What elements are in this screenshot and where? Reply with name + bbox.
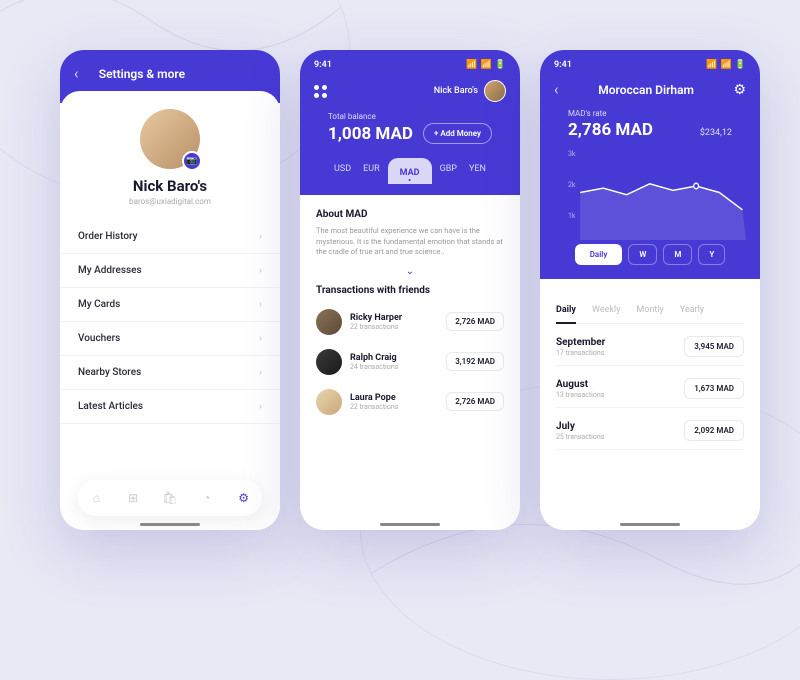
transactions-title: Transactions with friends xyxy=(316,285,504,296)
bag-icon[interactable]: 🛍 xyxy=(163,491,177,505)
month-row[interactable]: August13 transactions1,673 MAD xyxy=(556,366,744,408)
period-tab[interactable]: Montly xyxy=(636,305,663,315)
balance-screen: 9:41 📶📶🔋 Nick Baro's Total balance 1,008… xyxy=(300,50,520,530)
transaction-row[interactable]: Laura Pope22 transactions2,726 MAD xyxy=(316,382,504,422)
rate-usd: $234,12 xyxy=(700,128,732,138)
list-item[interactable]: Vouchers› xyxy=(60,322,280,356)
about-title: About MAD xyxy=(316,209,504,220)
content: 📷 Nick Baro's baros@uxiadigital.com Orde… xyxy=(60,91,280,424)
settings-list: Order History›My Addresses›My Cards›Vouc… xyxy=(60,220,280,424)
period-tab[interactable]: Weekly xyxy=(592,305,620,315)
home-indicator xyxy=(620,523,680,526)
home-indicator xyxy=(380,523,440,526)
add-money-button[interactable]: + Add Money xyxy=(423,123,492,144)
user-email: baros@uxiadigital.com xyxy=(60,197,280,206)
currency-tab[interactable]: USD xyxy=(330,158,355,183)
content: Daily Weekly Montly Yearly September17 tran… xyxy=(540,291,760,464)
status-time: 9:41 xyxy=(554,60,572,70)
status-bar: 9:41 📶📶🔋 xyxy=(554,60,746,70)
currency-tab[interactable]: EUR xyxy=(359,158,384,183)
period-tab[interactable]: Yearly xyxy=(680,305,704,315)
page-title: Moroccan Dirham xyxy=(598,83,694,97)
amount-badge: 1,673 MAD xyxy=(684,378,744,399)
user-chip[interactable]: Nick Baro's xyxy=(434,80,506,102)
period-tab[interactable]: Daily xyxy=(556,305,576,315)
transaction-row[interactable]: Ralph Craig24 transactions3,192 MAD xyxy=(316,342,504,382)
header: 9:41 📶📶🔋 ‹ Moroccan Dirham ⚙ MAD's rate … xyxy=(540,50,760,279)
range-button[interactable]: M xyxy=(663,244,692,265)
avatar xyxy=(316,389,342,415)
menu-icon[interactable] xyxy=(314,85,327,98)
amount-badge: 3,192 MAD xyxy=(446,352,504,371)
currency-tabs: USDEURMADGBPYEN xyxy=(328,158,492,183)
list-item[interactable]: Nearby Stores› xyxy=(60,356,280,390)
expand-icon[interactable]: ⌄ xyxy=(316,266,504,277)
status-icons: 📶📶🔋 xyxy=(466,60,506,70)
avatar[interactable]: 📷 xyxy=(140,109,200,169)
chart-icon[interactable]: ◔ xyxy=(200,491,214,505)
chevron-right-icon: › xyxy=(259,231,262,242)
range-button[interactable]: W xyxy=(628,244,657,265)
avatar xyxy=(316,309,342,335)
month-row[interactable]: July25 transactions2,092 MAD xyxy=(556,408,744,450)
transactions-list: Ricky Harper22 transactions2,726 MADRalp… xyxy=(316,302,504,422)
chevron-right-icon: › xyxy=(259,367,262,378)
amount-badge: 3,945 MAD xyxy=(684,336,744,357)
currency-tab[interactable]: GBP xyxy=(436,158,461,183)
month-row[interactable]: September17 transactions3,945 MAD xyxy=(556,324,744,366)
camera-icon[interactable]: 📷 xyxy=(182,151,202,171)
page-title: Settings & more xyxy=(99,67,185,81)
status-icons: 📶📶🔋 xyxy=(706,60,746,70)
rate-label: MAD's rate xyxy=(568,109,732,118)
grid-icon[interactable]: ⊞ xyxy=(126,491,140,505)
rate-screen: 9:41 📶📶🔋 ‹ Moroccan Dirham ⚙ MAD's rate … xyxy=(540,50,760,530)
bottom-nav: ⌂ ⊞ 🛍 ◔ ⚙ xyxy=(78,480,262,516)
status-time: 9:41 xyxy=(314,60,332,70)
amount-badge: 2,726 MAD xyxy=(446,392,504,411)
list-item[interactable]: My Addresses› xyxy=(60,254,280,288)
avatar xyxy=(316,349,342,375)
balance-value: 1,008 MAD xyxy=(328,124,413,144)
months-list: September17 transactions3,945 MADAugust1… xyxy=(556,324,744,450)
balance-label: Total balance xyxy=(328,112,492,121)
range-button[interactable]: Daily xyxy=(575,244,623,265)
rate-chart: 3k2k1k xyxy=(554,150,746,240)
avatar xyxy=(484,80,506,102)
status-bar: 9:41 📶📶🔋 xyxy=(314,60,506,70)
period-tabs: Daily Weekly Montly Yearly xyxy=(556,305,744,324)
rate-value: 2,786 MAD xyxy=(568,120,653,140)
amount-badge: 2,726 MAD xyxy=(446,312,504,331)
range-segment: DailyWMY xyxy=(568,244,732,265)
back-icon[interactable]: ‹ xyxy=(74,64,79,83)
amount-badge: 2,092 MAD xyxy=(684,420,744,441)
chevron-right-icon: › xyxy=(259,401,262,412)
user-name: Nick Baro's xyxy=(434,86,478,96)
settings-screen: ‹ Settings & more 📷 Nick Baro's baros@ux… xyxy=(60,50,280,530)
header: 9:41 📶📶🔋 Nick Baro's Total balance 1,008… xyxy=(300,50,520,195)
home-icon[interactable]: ⌂ xyxy=(89,491,103,505)
home-indicator xyxy=(140,523,200,526)
user-name: Nick Baro's xyxy=(60,177,280,195)
range-button[interactable]: Y xyxy=(698,244,725,265)
gear-icon[interactable]: ⚙ xyxy=(237,491,251,505)
back-icon[interactable]: ‹ xyxy=(554,80,559,99)
list-item[interactable]: Latest Articles› xyxy=(60,390,280,424)
chevron-right-icon: › xyxy=(259,265,262,276)
currency-tab[interactable]: MAD xyxy=(388,158,432,184)
list-item[interactable]: Order History› xyxy=(60,220,280,254)
content: About MAD The most beautiful experience … xyxy=(300,195,520,436)
chevron-right-icon: › xyxy=(259,333,262,344)
transaction-row[interactable]: Ricky Harper22 transactions2,726 MAD xyxy=(316,302,504,342)
gear-icon[interactable]: ⚙ xyxy=(733,82,746,98)
about-description: The most beautiful experience we can hav… xyxy=(316,226,504,258)
chevron-right-icon: › xyxy=(259,299,262,310)
currency-tab[interactable]: YEN xyxy=(465,158,490,183)
list-item[interactable]: My Cards› xyxy=(60,288,280,322)
